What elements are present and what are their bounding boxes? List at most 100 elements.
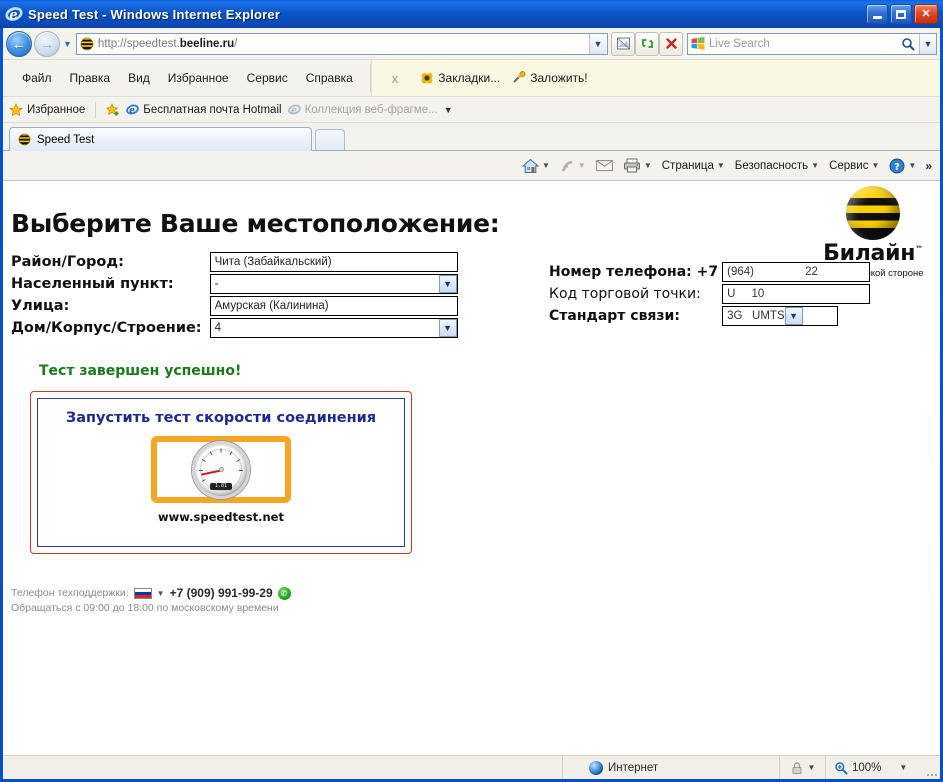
select-standard[interactable]: 3G UMTS ▼ <box>722 306 839 326</box>
tools-dropdown-icon[interactable]: ▼ <box>871 161 879 170</box>
menu-view[interactable]: Вид <box>119 68 159 88</box>
input-pos-code[interactable]: U 10 <box>722 284 871 304</box>
form-row-phone: Номер телефона: +7 (964) 22 <box>549 261 871 283</box>
chevron-down-icon[interactable]: ▼ <box>438 275 457 293</box>
security-zone[interactable]: Интернет <box>563 756 780 779</box>
recent-pages-icon[interactable]: ▼ <box>63 39 72 49</box>
forward-button[interactable]: → <box>34 30 60 57</box>
search-go-icon[interactable] <box>897 37 919 51</box>
tab-speed-test[interactable]: Speed Test <box>9 127 312 151</box>
search-box[interactable]: Live Search ▼ <box>687 32 937 55</box>
rss-icon <box>560 158 575 173</box>
compatibility-view-button[interactable] <box>611 31 635 56</box>
skype-call-icon[interactable]: ✆ <box>277 587 291 600</box>
protected-mode-dropdown-icon[interactable]: ▼ <box>808 763 816 772</box>
input-pos-number: 10 <box>751 288 765 300</box>
menu-help[interactable]: Справка <box>297 68 362 88</box>
support-hours: Обращаться с 09:00 до 18:00 по московско… <box>11 602 279 614</box>
resize-grip[interactable] <box>926 756 940 779</box>
protected-mode-indicator[interactable]: ▼ <box>780 756 826 779</box>
svg-text:e: e <box>291 106 297 116</box>
help-menu[interactable]: ? ▼ <box>884 158 921 174</box>
bookmark-add-icon <box>512 71 526 85</box>
print-button[interactable]: ▼ <box>618 158 657 173</box>
label-pos-code: Код торговой точки: <box>549 286 701 302</box>
search-provider-dropdown-icon[interactable]: ▼ <box>919 33 936 54</box>
zoom-dropdown-icon[interactable]: ▼ <box>899 763 907 772</box>
menu-bar: Файл Правка Вид Избранное Сервис Справка… <box>3 60 940 97</box>
svg-text:e: e <box>129 106 135 116</box>
security-dropdown-icon[interactable]: ▼ <box>811 161 819 170</box>
search-input[interactable]: Live Search <box>705 38 897 50</box>
favorite-hotmail[interactable]: e Бесплатная почта Hotmail <box>126 103 282 116</box>
country-dropdown-icon[interactable]: ▼ <box>157 586 165 601</box>
form-row-city: Район/Город: Чита (Забайкальский) <box>11 251 458 273</box>
menu-edit[interactable]: Правка <box>61 68 120 88</box>
chevron-down-icon[interactable]: ▼ <box>784 307 803 325</box>
input-street-value: Амурская (Калинина) <box>214 300 329 312</box>
form-row-standard: Стандарт связи: 3G UMTS ▼ <box>549 305 870 327</box>
addon-bookmarks[interactable]: Закладки... <box>420 71 500 85</box>
chevron-down-icon[interactable]: ▼ <box>438 319 457 337</box>
label-building: Дом/Корпус/Строение: <box>11 320 202 336</box>
speedtest-banner[interactable]: 1.81 <box>151 436 291 503</box>
page-dropdown-icon[interactable]: ▼ <box>717 161 725 170</box>
tools-menu-label: Сервис <box>829 159 869 172</box>
page-menu[interactable]: Страница ▼ <box>657 160 730 172</box>
page-content: Выберите Ваше местоположение: Билайн™ жи… <box>3 181 940 755</box>
speedtest-start-link[interactable]: Запустить тест скорости соединения <box>66 410 376 426</box>
print-dropdown-icon[interactable]: ▼ <box>644 161 652 170</box>
input-city[interactable]: Чита (Забайкальский) <box>209 252 458 272</box>
phone-prefix: +7 <box>696 264 719 280</box>
address-dropdown-icon[interactable]: ▼ <box>589 33 606 54</box>
star-add-icon <box>106 102 120 117</box>
menu-file[interactable]: Файл <box>13 68 61 88</box>
browser-window: e Speed Test - Windows Internet Explorer… <box>0 0 943 782</box>
star-icon <box>9 102 23 117</box>
security-menu[interactable]: Безопасность ▼ <box>730 160 824 172</box>
feeds-dropdown-icon[interactable]: ▼ <box>578 161 586 170</box>
select-settlement[interactable]: - ▼ <box>209 274 458 294</box>
favorites-overflow-icon[interactable]: ▼ <box>444 105 453 115</box>
addon-bookmark-add[interactable]: Заложить! <box>512 71 588 85</box>
add-to-favorites-button[interactable] <box>106 102 120 117</box>
favorite-webslices[interactable]: e Коллекция веб-фрагме... <box>287 103 438 116</box>
home-dropdown-icon[interactable]: ▼ <box>542 161 550 170</box>
input-phone[interactable]: (964) 22 <box>722 262 871 282</box>
speedtest-box: Запустить тест скорости соединения 1.81 … <box>30 391 412 554</box>
home-button[interactable]: ▼ <box>517 158 555 174</box>
input-street[interactable]: Амурская (Калинина) <box>209 296 458 316</box>
address-text: http://speedtest.beeline.ru/ <box>97 37 238 50</box>
help-dropdown-icon[interactable]: ▼ <box>908 161 916 170</box>
select-standard-value: 3G UMTS <box>727 310 785 322</box>
location-form: Район/Город: Чита (Забайкальский) Населе… <box>11 251 458 339</box>
menu-tools[interactable]: Сервис <box>238 68 297 88</box>
mail-icon <box>595 159 613 172</box>
title-bar: e Speed Test - Windows Internet Explorer… <box>0 0 943 28</box>
favorites-button[interactable]: Избранное <box>9 102 86 117</box>
back-button[interactable]: ← <box>6 30 32 57</box>
label-phone: Номер телефона: +7 <box>549 264 719 280</box>
page-title: Выберите Ваше местоположение: <box>11 209 500 238</box>
select-building[interactable]: 4 ▼ <box>209 318 458 338</box>
tools-menu[interactable]: Сервис ▼ <box>824 160 884 172</box>
zoom-control[interactable]: 100% ▼ <box>826 756 926 779</box>
new-tab-button[interactable] <box>315 129 345 150</box>
minimize-button[interactable] <box>866 4 888 24</box>
close-toolbar-icon[interactable]: x <box>382 71 409 86</box>
support-phone-label: Телефон техподдержки: <box>11 587 129 599</box>
tab-bar: Speed Test <box>3 123 940 151</box>
close-button[interactable]: ✕ <box>914 4 938 24</box>
menu-favorites[interactable]: Избранное <box>159 68 238 88</box>
stop-button[interactable] <box>659 31 683 56</box>
command-bar-overflow-icon[interactable]: » <box>921 159 936 173</box>
mail-button[interactable] <box>591 159 618 172</box>
maximize-button[interactable] <box>890 4 912 24</box>
lock-icon <box>790 761 804 775</box>
input-city-value: Чита (Забайкальский) <box>214 256 332 268</box>
refresh-button[interactable] <box>635 31 659 56</box>
security-zone-label: Интернет <box>608 761 659 774</box>
feeds-button[interactable]: ▼ <box>555 158 591 173</box>
address-bar[interactable]: http://speedtest.beeline.ru/ ▼ <box>75 32 608 55</box>
favorites-button-label: Избранное <box>27 103 86 116</box>
